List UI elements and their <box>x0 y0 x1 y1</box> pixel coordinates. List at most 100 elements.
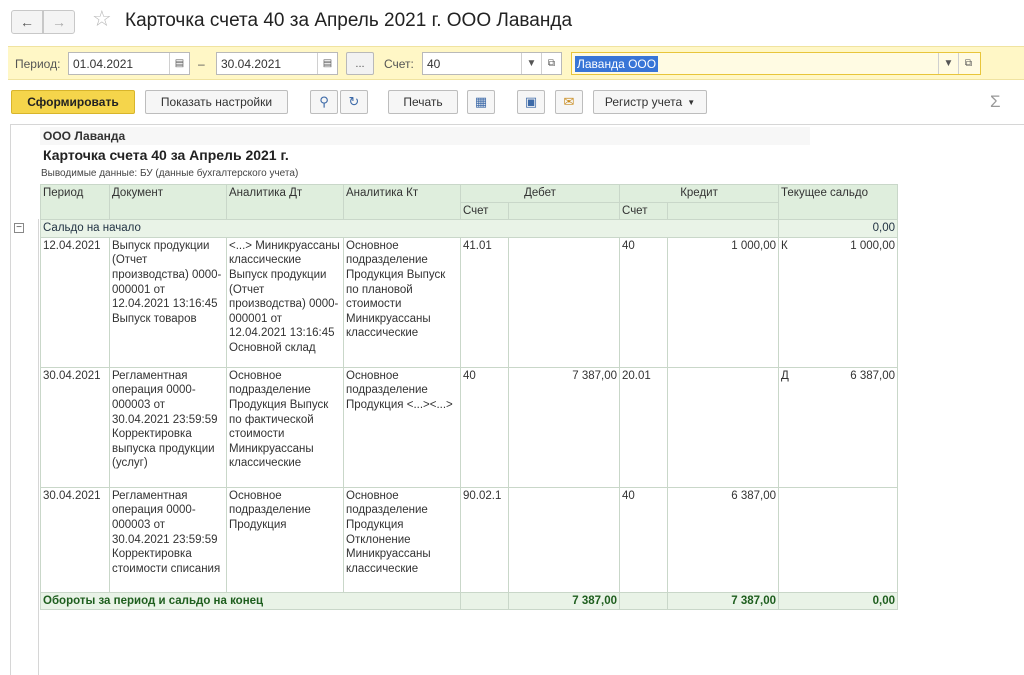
opening-balance-row[interactable]: Сальдо на начало 0,00 <box>39 219 899 238</box>
date-from-field[interactable]: 01.04.2021 ▤ <box>68 52 190 75</box>
row-analytics-kt: Основное подразделение Продукция Выпуск … <box>343 236 461 368</box>
window-title: Карточка счета 40 за Апрель 2021 г. ООО … <box>125 10 573 31</box>
row-credit-sum: 1 000,00 <box>667 236 780 368</box>
report-organization: ООО Лаванда <box>40 127 810 145</box>
col-debit: Дебет <box>459 184 621 203</box>
row-date: 12.04.2021 <box>40 236 110 368</box>
row-analytics-dt: <...> Миникруассаны классические Выпуск … <box>226 236 344 368</box>
table-row[interactable]: 12.04.2021 Выпуск продукции (Отчет произ… <box>40 236 899 368</box>
calendar-icon[interactable]: ▤ <box>169 53 189 74</box>
report-sheet: ООО Лаванда Карточка счета 40 за Апрель … <box>10 124 1024 675</box>
show-settings-button[interactable]: Показать настройки <box>145 90 288 114</box>
find-next-button[interactable]: ↻ <box>340 90 368 114</box>
period-dash: – <box>198 57 205 71</box>
generate-button[interactable]: Сформировать <box>11 90 135 114</box>
grouping-gutter-line <box>10 125 11 675</box>
balance-sum: 6 387,00 <box>850 369 896 382</box>
row-debit-account: 90.02.1 <box>460 486 509 593</box>
row-date: 30.04.2021 <box>40 366 110 488</box>
row-debit-account: 41.01 <box>460 236 509 368</box>
forward-button[interactable]: → <box>43 10 75 34</box>
row-balance: Д 6 387,00 <box>778 366 899 488</box>
totals-balance: 0,00 <box>778 591 899 611</box>
row-date: 30.04.2021 <box>40 486 110 593</box>
row-credit-account: 20.01 <box>619 366 669 488</box>
save-button[interactable]: ▣ <box>517 90 545 114</box>
search-icon: ⚲ <box>319 94 329 109</box>
envelope-icon: ✉ <box>563 94 575 109</box>
row-analytics-dt: Основное подразделение Продукция Выпуск … <box>226 366 344 488</box>
row-debit-account: 40 <box>460 366 509 488</box>
table-row[interactable]: 30.04.2021 Регламентная операция 0000-00… <box>40 486 899 593</box>
row-debit-sum <box>507 236 621 368</box>
table-row[interactable]: 30.04.2021 Регламентная операция 0000-00… <box>40 366 899 488</box>
row-analytics-kt: Основное подразделение Продукция Отклоне… <box>343 486 461 593</box>
account-label: Счет: <box>384 57 414 71</box>
row-credit-account: 40 <box>619 486 669 593</box>
row-credit-sum <box>667 366 780 488</box>
col-balance: Текущее сальдо <box>778 183 899 221</box>
opening-balance-value: 0,00 <box>778 219 899 238</box>
register-dropdown-button[interactable]: Регистр учета ▼ <box>593 90 707 114</box>
arrow-left-icon: ← <box>20 14 34 30</box>
print-preview-button[interactable]: ▦ <box>467 90 495 114</box>
print-button[interactable]: Печать <box>388 90 458 114</box>
arrow-right-icon: → <box>52 14 66 30</box>
floppy-disk-icon: ▣ <box>524 94 538 109</box>
grouping-gutter-line <box>38 219 39 675</box>
row-document[interactable]: Выпуск продукции (Отчет производства) 00… <box>109 236 227 368</box>
row-balance <box>778 486 899 593</box>
col-credit: Кредит <box>619 184 780 203</box>
chevron-down-icon: ▼ <box>687 97 696 107</box>
row-credit-sum: 6 387,00 <box>667 486 780 593</box>
open-icon[interactable]: ⧉ <box>958 53 978 74</box>
balance-sum: 1 000,00 <box>850 239 896 252</box>
collapse-group-icon[interactable]: − <box>14 223 24 233</box>
favorite-star-icon[interactable]: ☆ <box>92 7 112 31</box>
calendar-icon[interactable]: ▤ <box>317 53 337 74</box>
row-analytics-kt: Основное подразделение Продукция <...><.… <box>343 366 461 488</box>
report-title: Карточка счета 40 за Апрель 2021 г. <box>43 147 289 163</box>
row-document[interactable]: Регламентная операция 0000-000003 от 30.… <box>109 486 227 593</box>
send-email-button[interactable]: ✉ <box>555 90 583 114</box>
parameters-bar: Период: 01.04.2021 ▤ – 30.04.2021 ▤ ... … <box>8 46 1024 80</box>
totals-debit: 7 387,00 <box>507 591 621 611</box>
sum-sigma-icon[interactable]: Σ <box>990 92 1001 112</box>
row-document[interactable]: Регламентная операция 0000-000003 от 30.… <box>109 366 227 488</box>
date-to-field[interactable]: 30.04.2021 ▤ <box>216 52 338 75</box>
preview-icon: ▦ <box>474 94 488 109</box>
col-document: Документ <box>109 183 227 221</box>
totals-label: Обороты за период и сальдо на конец <box>40 591 461 611</box>
search-button[interactable]: ⚲ <box>310 90 338 114</box>
col-period: Период <box>40 183 110 221</box>
col-debit-account: Счет <box>460 201 509 221</box>
totals-credit-account <box>619 591 669 611</box>
command-bar: Сформировать Показать настройки ⚲ ↻ Печа… <box>0 88 1024 118</box>
totals-row[interactable]: Обороты за период и сальдо на конец 7 38… <box>40 591 899 611</box>
totals-debit-account <box>460 591 509 611</box>
totals-credit: 7 387,00 <box>667 591 780 611</box>
title-bar: ← → ☆ Карточка счета 40 за Апрель 2021 г… <box>0 0 1024 42</box>
back-button[interactable]: ← <box>11 10 43 34</box>
account-field[interactable]: 40 ▼ ⧉ <box>422 52 562 75</box>
find-next-icon: ↻ <box>348 94 360 109</box>
col-debit-sum <box>507 201 621 221</box>
period-label: Период: <box>15 57 61 71</box>
report-parameters: Выводимые данные: БУ (данные бухгалтерск… <box>41 168 299 179</box>
open-icon[interactable]: ⧉ <box>541 53 561 74</box>
col-analytics-dt: Аналитика Дт <box>226 183 344 221</box>
row-debit-sum <box>507 486 621 593</box>
row-credit-account: 40 <box>619 236 669 368</box>
row-balance: К 1 000,00 <box>778 236 899 368</box>
chevron-down-icon[interactable]: ▼ <box>521 53 541 74</box>
row-debit-sum: 7 387,00 <box>507 366 621 488</box>
col-credit-sum <box>667 201 780 221</box>
chevron-down-icon[interactable]: ▼ <box>938 53 958 74</box>
opening-balance-label: Сальдо на начало <box>39 219 780 238</box>
header-row: Период Документ Аналитика Дт Аналитика К… <box>40 183 899 221</box>
balance-type: К <box>781 239 788 252</box>
account-card-table: Период Документ Аналитика Дт Аналитика К… <box>39 183 899 611</box>
period-select-button[interactable]: ... <box>346 52 374 75</box>
organization-field[interactable]: Лаванда ООО ▼ ⧉ <box>571 52 981 75</box>
col-credit-account: Счет <box>619 201 669 221</box>
